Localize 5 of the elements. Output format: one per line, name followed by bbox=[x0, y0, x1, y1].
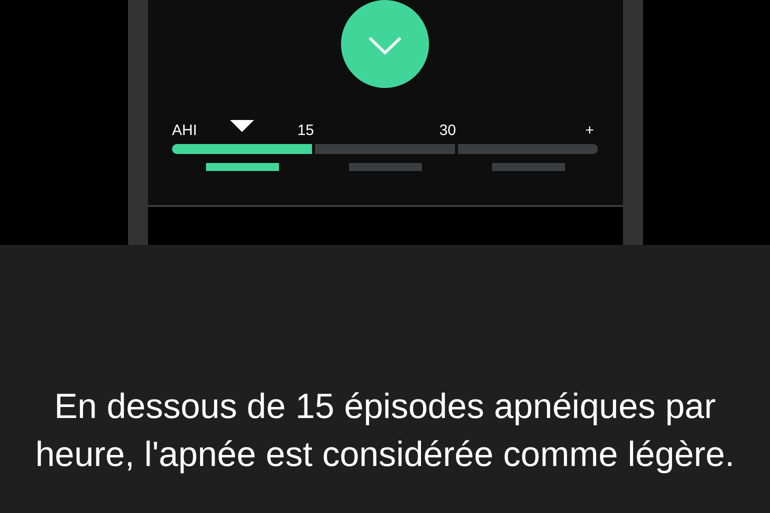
scale-tick: + bbox=[585, 121, 594, 141]
scale-tick: 30 bbox=[439, 121, 456, 141]
scale-label: AHI bbox=[172, 121, 198, 141]
scale-tick: 15 bbox=[297, 121, 314, 141]
message-text: En dessous de 15 épisodes apnéiques par heure, l'apnée est considérée comme légère. bbox=[35, 386, 735, 476]
